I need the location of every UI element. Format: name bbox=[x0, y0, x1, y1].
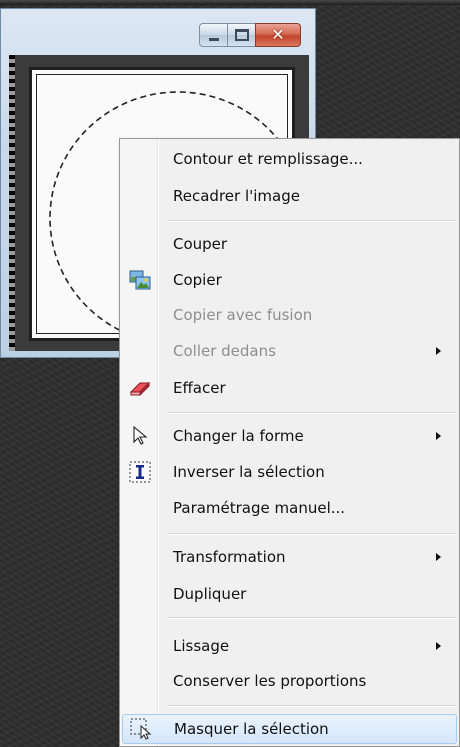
menu-item-coller-dedans: Coller dedans bbox=[122, 336, 457, 366]
close-icon: ✕ bbox=[271, 25, 285, 44]
menu-item-contour-remplissage[interactable]: Contour et remplissage... bbox=[122, 144, 457, 174]
menu-item-copier[interactable]: Copier bbox=[122, 265, 457, 295]
menu-item-conserver-proportions[interactable]: Conserver les proportions bbox=[122, 666, 457, 696]
menu-item-label: Conserver les proportions bbox=[173, 672, 367, 690]
menu-item-label: Masquer la sélection bbox=[174, 720, 329, 738]
menu-item-label: Inverser la sélection bbox=[173, 463, 325, 481]
menu-item-label: Effacer bbox=[173, 379, 226, 397]
menu-item-dupliquer[interactable]: Dupliquer bbox=[122, 579, 457, 609]
minimize-button[interactable] bbox=[199, 23, 228, 47]
menu-item-label: Recadrer l'image bbox=[173, 187, 300, 205]
close-button[interactable]: ✕ bbox=[255, 23, 301, 47]
minimize-icon bbox=[208, 37, 219, 41]
selection-marquee-edge bbox=[9, 55, 15, 351]
window-controls: ✕ bbox=[199, 23, 301, 49]
menu-item-label: Changer la forme bbox=[173, 427, 304, 445]
menu-separator bbox=[168, 412, 456, 414]
menu-item-masquer-selection[interactable]: Masquer la sélection bbox=[122, 714, 457, 744]
menu-item-parametrage-manuel[interactable]: Paramétrage manuel... bbox=[122, 493, 457, 523]
menu-separator bbox=[168, 705, 456, 707]
menu-item-label: Coller dedans bbox=[173, 342, 276, 360]
menu-item-label: Lissage bbox=[173, 637, 230, 655]
submenu-arrow-icon bbox=[436, 553, 441, 561]
menu-item-label: Contour et remplissage... bbox=[173, 150, 363, 168]
eraser-icon bbox=[129, 377, 151, 399]
menu-item-transformation[interactable]: Transformation bbox=[122, 542, 457, 572]
menu-separator bbox=[168, 533, 456, 535]
menu-item-recadrer-image[interactable]: Recadrer l'image bbox=[122, 181, 457, 211]
menu-item-couper[interactable]: Couper bbox=[122, 229, 457, 259]
menu-item-effacer[interactable]: Effacer bbox=[122, 373, 457, 403]
menu-item-label: Copier avec fusion bbox=[173, 306, 313, 324]
maximize-icon bbox=[234, 29, 249, 41]
menu-separator bbox=[168, 617, 456, 619]
submenu-arrow-icon bbox=[436, 432, 441, 440]
copy-pictures-icon bbox=[129, 269, 151, 291]
top-edge bbox=[0, 0, 460, 5]
menu-item-changer-forme[interactable]: Changer la forme bbox=[122, 421, 457, 451]
menu-item-label: Copier bbox=[173, 271, 222, 289]
menu-item-label: Paramétrage manuel... bbox=[173, 499, 346, 517]
menu-item-label: Dupliquer bbox=[173, 585, 247, 603]
pointer-arrow-icon bbox=[129, 425, 151, 447]
menu-item-lissage[interactable]: Lissage bbox=[122, 631, 457, 661]
menu-item-label: Couper bbox=[173, 235, 228, 253]
invert-selection-icon bbox=[129, 461, 151, 483]
context-menu: Contour et remplissage... Recadrer l'ima… bbox=[119, 138, 460, 747]
submenu-arrow-icon bbox=[436, 642, 441, 650]
menu-item-label: Transformation bbox=[173, 548, 286, 566]
maximize-button[interactable] bbox=[227, 23, 256, 47]
submenu-arrow-icon bbox=[436, 347, 441, 355]
menu-item-copier-avec-fusion: Copier avec fusion bbox=[122, 300, 457, 330]
menu-item-inverser-selection[interactable]: Inverser la sélection bbox=[122, 457, 457, 487]
menu-separator bbox=[168, 220, 456, 222]
hide-selection-icon bbox=[130, 718, 152, 740]
